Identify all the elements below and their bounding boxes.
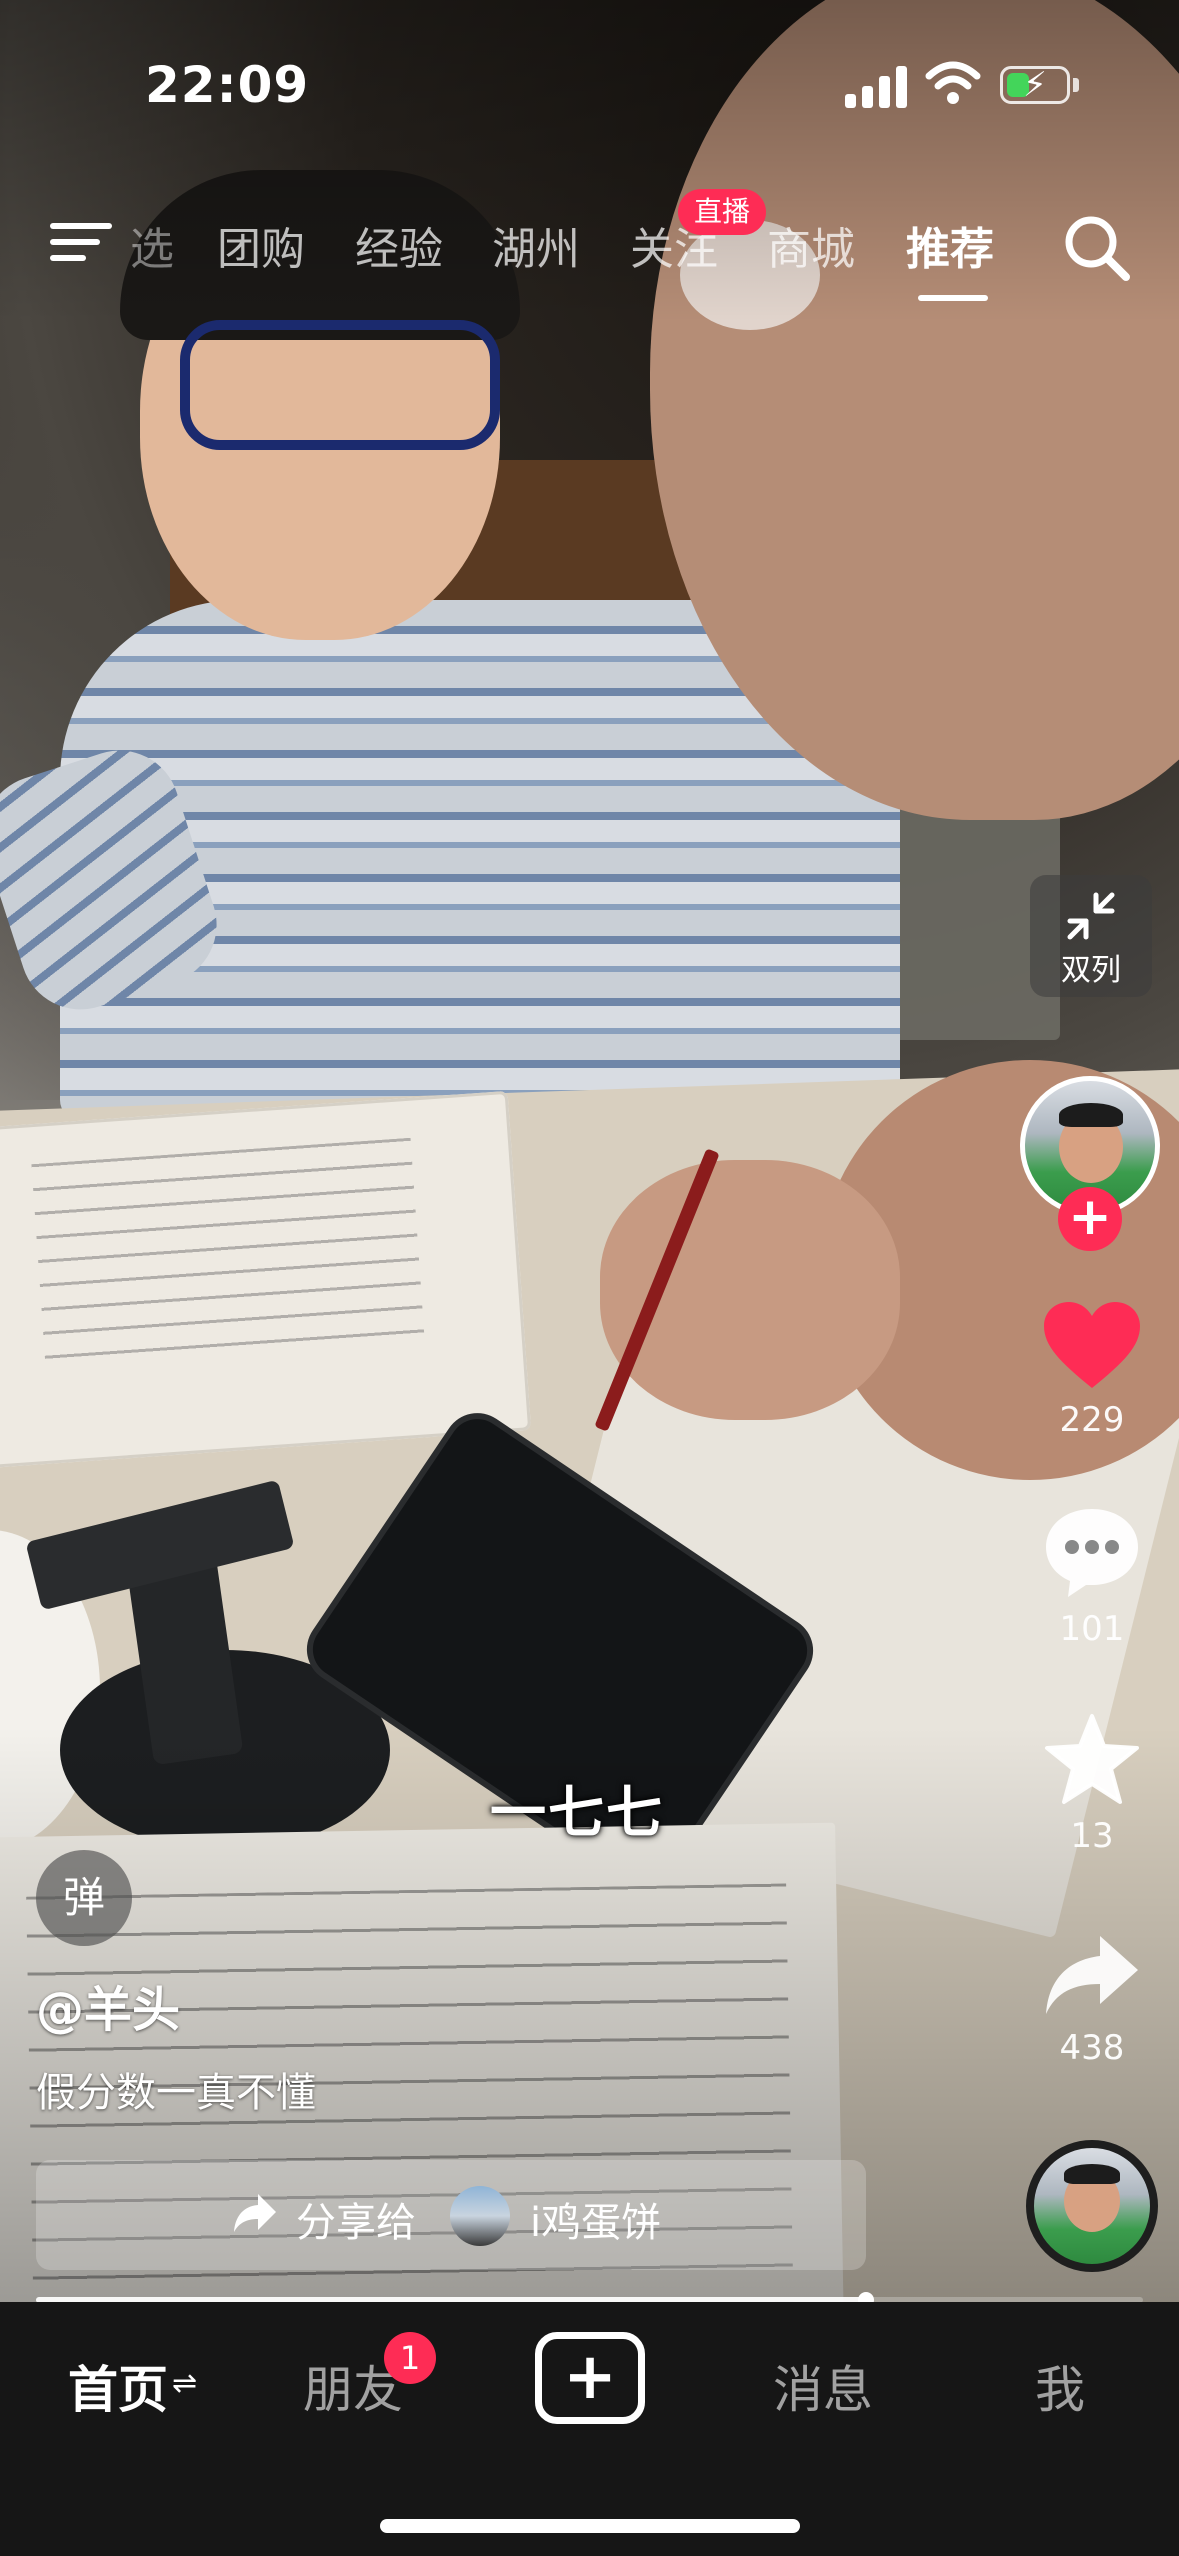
cellular-signal-icon bbox=[845, 64, 909, 108]
like-button[interactable]: 229 bbox=[1030, 1300, 1154, 1440]
dual-column-button[interactable]: 双列 bbox=[1030, 875, 1152, 997]
tab-recommended[interactable]: 推荐 bbox=[906, 213, 994, 277]
video-description[interactable]: 假分数一真不懂 bbox=[36, 2060, 316, 2118]
bottom-tab-bar: 首页 ⇌ 朋友 1 + 消息 我 bbox=[0, 2302, 1179, 2556]
top-nav: 选 团购 经验 湖州 关注 直播 商城 推荐 bbox=[0, 189, 1179, 305]
danmaku-toggle-button[interactable]: 弹 bbox=[36, 1850, 132, 1946]
comment-count: 101 bbox=[1059, 1609, 1125, 1649]
battery-icon: ⚡ bbox=[1000, 66, 1070, 104]
home-indicator bbox=[380, 2519, 800, 2533]
share-arrow-icon bbox=[1046, 1936, 1138, 2014]
comment-icon bbox=[1046, 1509, 1138, 1597]
share-label: 分享给 bbox=[296, 2200, 416, 2246]
collapse-arrows-icon bbox=[1067, 892, 1115, 940]
tab-huzhou[interactable]: 湖州 bbox=[492, 213, 580, 277]
comment-button[interactable]: 101 bbox=[1030, 1505, 1154, 1649]
plus-icon: + bbox=[563, 2340, 617, 2414]
refresh-switch-icon[interactable]: ⇌ bbox=[172, 2366, 197, 2401]
search-icon[interactable] bbox=[1062, 213, 1132, 283]
tab-home[interactable]: 首页 bbox=[68, 2350, 168, 2422]
like-count: 229 bbox=[1059, 1400, 1125, 1440]
tab-group-buy[interactable]: 团购 bbox=[217, 213, 305, 277]
video-subtitle: 一七七 bbox=[490, 1781, 664, 1846]
status-time: 22:09 bbox=[145, 56, 310, 114]
menu-icon[interactable] bbox=[50, 217, 112, 267]
share-button[interactable]: 438 bbox=[1030, 1930, 1154, 2068]
battery-cap bbox=[1073, 78, 1079, 92]
heart-icon bbox=[1044, 1302, 1140, 1388]
tab-me[interactable]: 我 bbox=[1035, 2350, 1085, 2422]
charging-bolt-icon: ⚡ bbox=[1023, 65, 1047, 105]
music-disc-avatar[interactable] bbox=[1026, 2140, 1158, 2272]
favorite-button[interactable]: 13 bbox=[1030, 1712, 1154, 1856]
screen: 22:09 ⚡ 选 团购 经验 湖州 关注 直播 商城 推荐 双列 + 229 … bbox=[0, 0, 1179, 2556]
share-to-friend-bar[interactable]: 分享给 i鸡蛋饼 bbox=[36, 2160, 866, 2270]
tab-experience[interactable]: 经验 bbox=[355, 213, 443, 277]
tab-messages[interactable]: 消息 bbox=[773, 2350, 873, 2422]
friend-avatar bbox=[450, 2186, 510, 2246]
active-tab-indicator bbox=[918, 295, 988, 301]
share-count: 438 bbox=[1059, 2028, 1125, 2068]
friend-name: i鸡蛋饼 bbox=[530, 2200, 662, 2246]
video-player[interactable] bbox=[0, 0, 1179, 2302]
dual-column-label: 双列 bbox=[1061, 953, 1121, 988]
create-button[interactable]: + bbox=[535, 2332, 645, 2424]
video-shade bbox=[0, 0, 1179, 2302]
live-badge[interactable]: 直播 bbox=[678, 189, 767, 235]
share-arrow-icon bbox=[234, 2194, 276, 2232]
star-icon bbox=[1045, 1714, 1139, 1804]
author-name[interactable]: @羊头 bbox=[36, 1970, 180, 2040]
favorite-count: 13 bbox=[1070, 1816, 1114, 1856]
follow-plus-button[interactable]: + bbox=[1058, 1187, 1122, 1251]
wifi-icon bbox=[925, 61, 981, 104]
tab-mall[interactable]: 商城 bbox=[767, 213, 855, 277]
friends-badge: 1 bbox=[384, 2332, 436, 2384]
status-bar: 22:09 ⚡ bbox=[0, 0, 1179, 150]
tab-partial[interactable]: 选 bbox=[130, 213, 174, 277]
